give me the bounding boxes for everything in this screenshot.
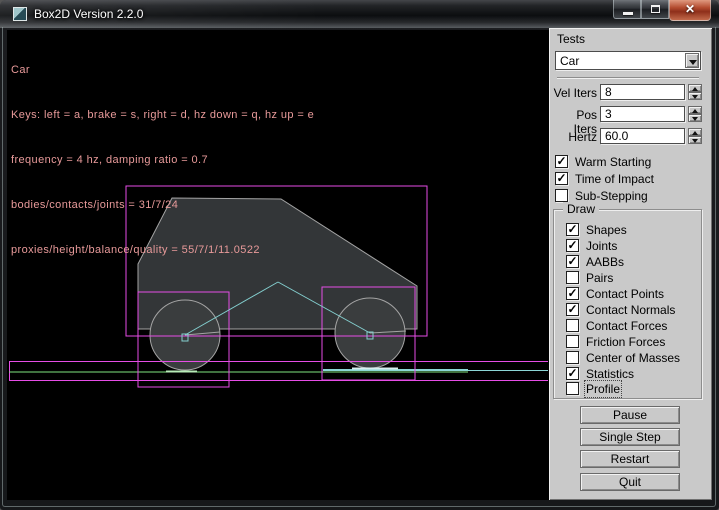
checkbox-box[interactable]: ✓ — [566, 223, 579, 236]
checkbox-label: Shapes — [586, 223, 627, 237]
close-icon: ✕ — [670, 2, 710, 16]
tests-dropdown[interactable]: Car — [555, 51, 701, 70]
tests-label: Tests — [557, 32, 585, 46]
checkbox-label: Contact Points — [586, 287, 664, 301]
vel-iters-input[interactable] — [600, 84, 685, 100]
pos-iters-down-button[interactable] — [688, 114, 702, 122]
hertz-label: Hertz — [551, 130, 597, 144]
chevron-down-icon — [689, 60, 697, 65]
hertz-spinner — [688, 128, 702, 144]
checkbox-box[interactable] — [566, 351, 579, 364]
checkbox-box[interactable] — [566, 335, 579, 348]
stats-line-proxies: proxies/height/balance/quality = 55/7/1/… — [11, 243, 314, 258]
vel-iters-down-button[interactable] — [688, 92, 702, 100]
checkbox-box[interactable] — [555, 189, 568, 202]
draw-group-title: Draw — [563, 202, 599, 216]
simulation-canvas[interactable]: Car Keys: left = a, brake = s, right = d… — [7, 30, 549, 500]
hertz-input[interactable] — [600, 128, 685, 144]
checkbox-label: Pairs — [586, 271, 613, 285]
restart-button[interactable]: Restart — [580, 450, 680, 468]
checkbox-label: Center of Masses — [586, 351, 680, 365]
maximize-button[interactable] — [641, 0, 669, 19]
draw-group: Draw ✓ Shapes ✓ Joints ✓ AABBs Pairs ✓ C… — [553, 209, 702, 399]
minimize-icon — [623, 12, 633, 15]
checkbox-box[interactable]: ✓ — [566, 239, 579, 252]
pos-iters-row: Pos Iters — [549, 106, 712, 122]
checkbox-label: AABBs — [586, 255, 624, 269]
checkbox-label: Sub-Stepping — [575, 189, 648, 203]
stats-line-bodies: bodies/contacts/joints = 31/7/24 — [11, 198, 314, 213]
arrow-up-icon — [692, 109, 698, 113]
single-step-button[interactable]: Single Step — [580, 428, 680, 446]
pos-iters-input[interactable] — [600, 106, 685, 122]
checkbox-label: Profile — [586, 382, 620, 396]
stats-overlay: Car Keys: left = a, brake = s, right = d… — [11, 33, 314, 288]
app-window: Box2D Version 2.2.0 ✕ Car Keys: left = a… — [0, 0, 719, 510]
checkbox-box[interactable] — [566, 319, 579, 332]
arrow-up-icon — [692, 87, 698, 91]
checkbox-label: Friction Forces — [586, 335, 665, 349]
vel-iters-label: Vel Iters — [551, 86, 597, 100]
tests-dropdown-value: Car — [560, 54, 579, 68]
pause-button[interactable]: Pause — [580, 406, 680, 424]
checkbox-box[interactable]: ✓ — [566, 255, 579, 268]
quit-button[interactable]: Quit — [580, 473, 680, 491]
title-bar[interactable]: Box2D Version 2.2.0 ✕ — [0, 0, 719, 28]
hertz-down-button[interactable] — [688, 136, 702, 144]
checkbox-label: Statistics — [586, 367, 634, 381]
arrow-down-icon — [692, 139, 698, 143]
checkbox-label: Joints — [586, 239, 617, 253]
checkbox-box[interactable]: ✓ — [566, 367, 579, 380]
checkbox-label: Contact Forces — [586, 319, 667, 333]
stats-line-title: Car — [11, 63, 314, 78]
hertz-up-button[interactable] — [688, 128, 702, 136]
pos-iters-up-button[interactable] — [688, 106, 702, 114]
pos-iters-spinner — [688, 106, 702, 122]
checkbox-box[interactable]: ✓ — [555, 155, 568, 168]
stats-line-keys: Keys: left = a, brake = s, right = d, hz… — [11, 108, 314, 123]
control-panel: Tests Car Vel Iters Pos Iters — [549, 28, 712, 500]
checkbox-box[interactable] — [566, 271, 579, 284]
checkbox-label: Time of Impact — [575, 172, 654, 186]
maximize-icon — [651, 5, 660, 13]
tests-dropdown-arrow-button[interactable] — [685, 53, 699, 68]
stats-line-frequency: frequency = 4 hz, damping ratio = 0.7 — [11, 153, 314, 168]
checkbox-box[interactable] — [566, 382, 579, 395]
checkbox-box[interactable]: ✓ — [566, 287, 579, 300]
checkbox-label: Contact Normals — [586, 303, 675, 317]
app-icon — [13, 7, 27, 21]
arrow-down-icon — [692, 117, 698, 121]
hertz-row: Hertz — [549, 128, 712, 144]
window-title: Box2D Version 2.2.0 — [34, 7, 143, 21]
arrow-up-icon — [692, 131, 698, 135]
checkbox-box[interactable]: ✓ — [566, 303, 579, 316]
arrow-down-icon — [692, 95, 698, 99]
vel-iters-spinner — [688, 84, 702, 100]
checkbox-box[interactable]: ✓ — [555, 172, 568, 185]
minimize-button[interactable] — [613, 0, 641, 19]
separator — [557, 77, 699, 79]
checkbox-label: Warm Starting — [575, 155, 651, 169]
vel-iters-row: Vel Iters — [549, 84, 712, 100]
close-button[interactable]: ✕ — [669, 0, 711, 21]
vel-iters-up-button[interactable] — [688, 84, 702, 92]
